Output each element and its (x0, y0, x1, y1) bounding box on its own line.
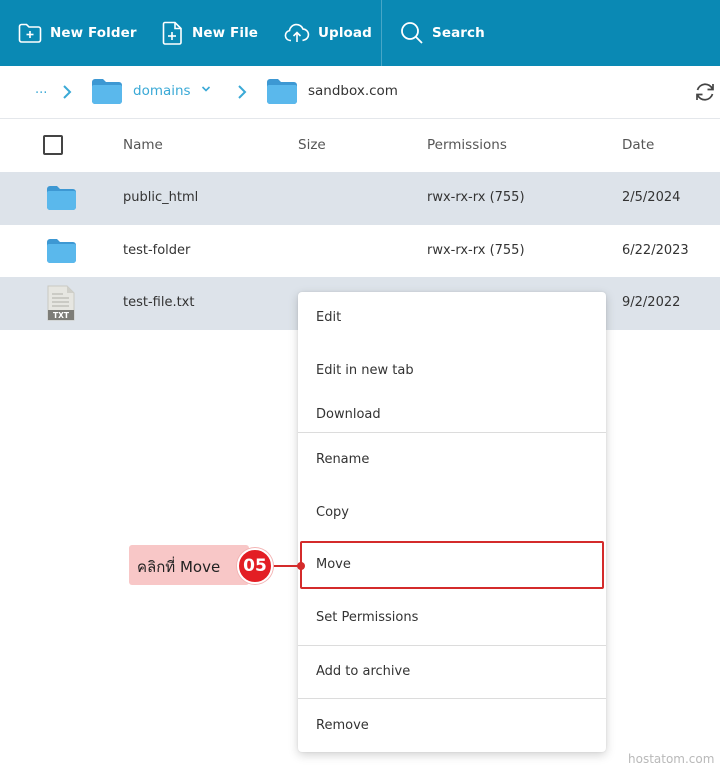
file-permissions: rwx-rx-rx (755) (427, 190, 525, 205)
menu-divider (298, 645, 606, 646)
toolbar-divider (381, 0, 382, 66)
toolbar: New Folder New File Upload Search (0, 0, 720, 66)
menu-item-edit-in-new-tab[interactable]: Edit in new tab (316, 363, 414, 378)
cloud-upload-icon (284, 23, 310, 42)
menu-item-set-permissions[interactable]: Set Permissions (316, 610, 418, 625)
search-button[interactable]: Search (400, 0, 485, 66)
menu-divider (298, 698, 606, 699)
search-label: Search (432, 25, 485, 41)
chevron-down-icon[interactable] (201, 85, 211, 93)
file-name[interactable]: test-folder (123, 243, 190, 258)
new-file-icon (162, 21, 182, 45)
column-header-permissions[interactable]: Permissions (427, 137, 507, 153)
folder-icon (47, 186, 76, 210)
search-icon (401, 22, 423, 44)
table-row[interactable]: test-folder rwx-rx-rx (755) 6/22/2023 (0, 225, 720, 278)
upload-label: Upload (318, 25, 372, 41)
new-file-label: New File (192, 25, 259, 41)
menu-item-add-to-archive[interactable]: Add to archive (316, 664, 410, 679)
new-file-button[interactable]: New File (162, 0, 258, 66)
menu-item-edit[interactable]: Edit (316, 310, 341, 325)
menu-item-remove[interactable]: Remove (316, 718, 369, 733)
menu-item-download[interactable]: Download (316, 407, 381, 422)
upload-button[interactable]: Upload (284, 0, 372, 66)
breadcrumb-current: sandbox.com (308, 83, 398, 99)
table-header: Name Size Permissions Date (0, 119, 720, 172)
table-row[interactable]: public_html rwx-rx-rx (755) 2/5/2024 (0, 172, 720, 225)
select-all-checkbox[interactable] (43, 135, 63, 155)
breadcrumb: ... domains sandbox.com (0, 66, 720, 119)
folder-icon (267, 79, 297, 104)
file-type-badge: TXT (53, 311, 70, 320)
column-header-name[interactable]: Name (123, 137, 163, 153)
annotation-text: คลิกที่ Move (137, 558, 221, 576)
watermark: hostatom.com (628, 752, 715, 766)
menu-divider (298, 432, 606, 433)
chevron-right-icon (63, 85, 72, 99)
chevron-right-icon (238, 85, 247, 99)
column-header-date[interactable]: Date (622, 137, 654, 153)
breadcrumb-domains[interactable]: domains (133, 83, 191, 99)
folder-icon (92, 79, 122, 104)
file-permissions: rwx-rx-rx (755) (427, 243, 525, 258)
column-header-size[interactable]: Size (298, 137, 326, 153)
new-folder-button[interactable]: New Folder (18, 0, 137, 66)
annotation-leader-dot (297, 562, 305, 570)
file-name[interactable]: public_html (123, 190, 198, 205)
file-date: 9/2/2022 (622, 295, 681, 310)
file-date: 2/5/2024 (622, 190, 681, 205)
breadcrumb-ellipsis[interactable]: ... (35, 82, 47, 97)
step-badge: 05 (237, 548, 273, 584)
context-menu: Edit Edit in new tab Download Rename Cop… (298, 292, 606, 752)
new-folder-label: New Folder (50, 25, 137, 41)
txt-file-icon: TXT (47, 285, 75, 321)
file-manager: New Folder New File Upload Search ... do… (0, 0, 720, 769)
refresh-icon[interactable] (694, 81, 716, 103)
folder-icon (47, 239, 76, 263)
menu-item-copy[interactable]: Copy (316, 505, 349, 520)
new-folder-icon (18, 23, 42, 43)
file-date: 6/22/2023 (622, 243, 689, 258)
menu-item-rename[interactable]: Rename (316, 452, 369, 467)
file-name[interactable]: test-file.txt (123, 295, 194, 310)
move-highlight-box (300, 541, 604, 589)
